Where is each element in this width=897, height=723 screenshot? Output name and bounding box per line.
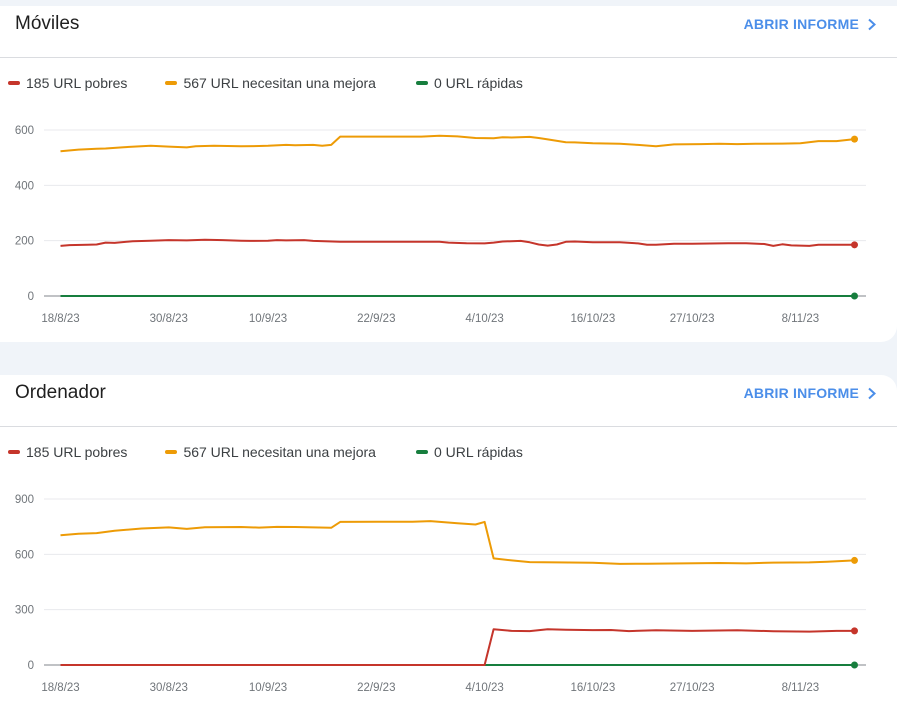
- open-report-label: ABRIR INFORME: [743, 385, 859, 401]
- x-tick-label: 18/8/23: [41, 682, 79, 694]
- y-tick-label: 600: [15, 549, 34, 561]
- legend-swatch: [415, 81, 428, 85]
- legend-item-poor[interactable]: 185 URL pobres: [8, 75, 127, 91]
- card-mobile: Móviles ABRIR INFORME 185 URL pobres 567…: [0, 6, 897, 342]
- x-tick-label: 22/9/23: [357, 313, 395, 325]
- x-tick-label: 16/10/23: [570, 682, 615, 694]
- card-desktop: Ordenador ABRIR INFORME 185 URL pobres 5…: [0, 375, 897, 723]
- card-header: Ordenador ABRIR INFORME: [0, 375, 897, 427]
- legend-item-good[interactable]: 0 URL rápidas: [415, 75, 523, 91]
- series-end-point[interactable]: [851, 292, 858, 300]
- legend-item-good[interactable]: 0 URL rápidas: [415, 444, 523, 460]
- x-tick-label: 8/11/23: [782, 313, 820, 325]
- open-report-button[interactable]: ABRIR INFORME: [744, 385, 877, 401]
- x-tick-label: 10/9/23: [249, 682, 287, 694]
- x-tick-label: 27/10/23: [670, 682, 715, 694]
- y-tick-label: 0: [28, 660, 34, 672]
- x-tick-label: 4/10/23: [465, 682, 503, 694]
- x-tick-label: 10/9/23: [249, 313, 287, 325]
- open-report-label: ABRIR INFORME: [743, 16, 859, 32]
- y-tick-label: 900: [15, 494, 34, 506]
- x-tick-label: 27/10/23: [670, 313, 715, 325]
- series-line[interactable]: [60, 134, 855, 153]
- series-end-point[interactable]: [851, 241, 858, 249]
- series-end-point[interactable]: [851, 135, 858, 143]
- legend-swatch: [415, 450, 428, 454]
- line-chart-mobile[interactable]: 0 200 400 600 18/8/23 30/8/23 10/9/23 22/9/23 4/…: [0, 108, 897, 348]
- legend-swatch: [165, 450, 178, 454]
- x-tick-label: 30/8/23: [150, 682, 188, 694]
- open-report-button[interactable]: ABRIR INFORME: [744, 16, 877, 32]
- x-tick-label: 22/9/23: [357, 682, 395, 694]
- card-title: Ordenador: [15, 382, 106, 403]
- series-end-point[interactable]: [851, 627, 858, 635]
- legend-label: 0 URL rápidas: [433, 75, 523, 91]
- legend-label: 567 URL necesitan una mejora: [183, 75, 376, 91]
- chart-legend: 185 URL pobres 567 URL necesitan una mej…: [8, 74, 561, 92]
- legend-label: 185 URL pobres: [26, 75, 128, 91]
- series-end-point[interactable]: [851, 556, 858, 564]
- legend-swatch: [8, 450, 20, 454]
- card-title: Móviles: [15, 13, 80, 34]
- series-line[interactable]: [60, 628, 855, 666]
- y-tick-label: 600: [15, 125, 34, 137]
- legend-item-poor[interactable]: 185 URL pobres: [8, 444, 127, 460]
- line-chart-desktop[interactable]: 0 300 600 900 18/8/23 30/8/23 10/9/23 22/9/23 4/…: [0, 477, 897, 717]
- legend-label: 185 URL pobres: [26, 444, 128, 460]
- y-tick-label: 400: [15, 180, 34, 192]
- chevron-right-icon: [868, 387, 876, 399]
- y-tick-label: 0: [28, 291, 34, 303]
- chart-legend: 185 URL pobres 567 URL necesitan una mej…: [8, 443, 561, 461]
- x-tick-label: 30/8/23: [150, 313, 188, 325]
- legend-item-needs-improvement[interactable]: 567 URL necesitan una mejora: [165, 75, 376, 91]
- y-tick-label: 200: [15, 236, 34, 248]
- legend-label: 567 URL necesitan una mejora: [183, 444, 376, 460]
- card-header: Móviles ABRIR INFORME: [0, 6, 897, 58]
- y-tick-label: 300: [15, 605, 34, 617]
- series-end-point[interactable]: [851, 661, 858, 669]
- x-tick-label: 18/8/23: [41, 313, 79, 325]
- series-line[interactable]: [60, 520, 855, 565]
- chevron-right-icon: [868, 18, 876, 30]
- legend-item-needs-improvement[interactable]: 567 URL necesitan una mejora: [165, 444, 376, 460]
- x-tick-label: 8/11/23: [782, 682, 820, 694]
- x-tick-label: 16/10/23: [570, 313, 615, 325]
- legend-swatch: [165, 81, 178, 85]
- legend-swatch: [8, 81, 20, 85]
- x-tick-label: 4/10/23: [465, 313, 503, 325]
- legend-label: 0 URL rápidas: [433, 444, 523, 460]
